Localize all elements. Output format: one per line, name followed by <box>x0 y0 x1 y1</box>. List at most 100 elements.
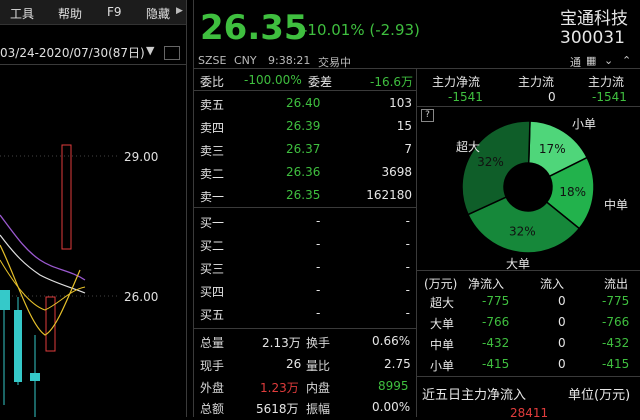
flow-pie-chart: 17% 18% 32% 32% <box>461 120 595 254</box>
buy-level-volume: - <box>405 260 410 274</box>
menu-tools[interactable]: 工具 <box>10 5 34 22</box>
stock-code: 300031 <box>560 28 625 48</box>
buy-stats-divider <box>194 328 416 329</box>
five-day-unit: 单位(万元) <box>568 388 631 403</box>
sell-level-label: 卖三 <box>200 144 225 158</box>
flow-row-in: 0 <box>558 336 566 350</box>
sell-level-volume: 3698 <box>381 165 412 179</box>
price-label-low: 26.00 <box>124 290 159 304</box>
stat-value: 26 <box>286 357 302 371</box>
buy-level-label: 买三 <box>200 262 225 276</box>
flow-row-net: -775 <box>482 294 510 308</box>
panel-divider-2 <box>193 0 194 417</box>
sell-buy-divider <box>194 207 416 208</box>
flow-row-out: -415 <box>602 357 630 371</box>
candle-down <box>0 290 10 310</box>
pie-label-xiaodan: 小单 <box>572 117 597 131</box>
ma-line-yellow-2 <box>0 259 86 311</box>
ma-line-purple <box>0 214 86 281</box>
flow-row-label: 超大 <box>430 296 455 310</box>
pie-label-zhongdan: 中单 <box>604 198 629 212</box>
buy-level-price: - <box>316 237 321 251</box>
weicha-value: -16.6万 <box>370 75 414 89</box>
stat-label: 现手 <box>200 359 225 373</box>
sell-level-volume: 15 <box>396 119 412 133</box>
buy-level-volume: - <box>405 283 410 297</box>
stat-value: 0.00% <box>372 400 411 414</box>
flow-divider <box>417 106 640 107</box>
sell-level-price: 26.35 <box>286 188 321 202</box>
pie-slice-label: 17% <box>539 142 566 156</box>
sell-level-price: 26.36 <box>286 165 321 179</box>
stat-value: 8995 <box>378 379 409 393</box>
flow-table-header: 流入 <box>540 277 565 291</box>
flow-value: 0 <box>548 90 556 104</box>
stat-label: 总额 <box>200 402 225 416</box>
five-day-value: 28411 <box>510 406 549 420</box>
buy-level-price: - <box>316 306 321 320</box>
candle-down <box>14 310 22 382</box>
flow-row-in: 0 <box>558 315 566 329</box>
buy-level-volume: - <box>405 214 410 228</box>
flow-table-header: 流出 <box>604 277 629 291</box>
stat-label: 量比 <box>306 359 331 373</box>
chevron-up-icon[interactable]: ⌃ <box>622 54 631 67</box>
stat-value: 2.75 <box>384 357 411 371</box>
buy-level-label: 买五 <box>200 308 225 322</box>
sell-level-volume: 103 <box>389 96 412 110</box>
buy-level-price: - <box>316 214 321 228</box>
menu-f9[interactable]: F9 <box>107 5 122 19</box>
sell-level-price: 26.39 <box>286 119 321 133</box>
flow-row-label: 大单 <box>430 317 455 331</box>
grid-icon[interactable]: ▦ <box>586 54 596 67</box>
menu-help[interactable]: 帮助 <box>58 5 82 22</box>
weibi-divider <box>194 90 416 91</box>
chart-settings-icon[interactable] <box>164 46 180 60</box>
chart-range: 03/24-2020/07/30(87日) <box>0 46 145 60</box>
pie-label-chaoda: 超大 <box>456 140 481 154</box>
currency: CNY <box>234 54 257 67</box>
candle-up <box>61 144 72 250</box>
flow-header: 主力净流 <box>432 75 481 89</box>
weibi-label: 委比 <box>200 75 225 89</box>
stat-label: 内盘 <box>306 381 331 395</box>
header-divider <box>194 68 640 69</box>
stat-value: 1.23万 <box>260 381 299 395</box>
menu-arrow-icon[interactable]: ▶ <box>176 6 183 16</box>
flow-table-header: 净流入 <box>468 277 505 291</box>
buy-level-price: - <box>316 260 321 274</box>
flow-row-label: 中单 <box>430 338 455 352</box>
kline-chart[interactable] <box>0 65 186 417</box>
pie-slice-label: 32% <box>477 155 504 169</box>
sell-level-label: 卖五 <box>200 98 225 112</box>
exchange: SZSE <box>198 54 227 67</box>
stat-value: 2.13万 <box>262 336 301 350</box>
buy-level-price: - <box>316 283 321 297</box>
flow-header: 主力流 <box>518 75 555 89</box>
sell-level-price: 26.40 <box>286 96 321 110</box>
flow-row-net: -415 <box>482 357 510 371</box>
menu-hide[interactable]: 隐藏 <box>146 5 170 22</box>
chevron-down-icon[interactable]: ▼ <box>146 44 154 57</box>
sell-level-volume: 7 <box>404 142 412 156</box>
stat-value: 5618万 <box>256 402 299 416</box>
pie-slice-label: 18% <box>559 185 586 199</box>
sell-level-label: 卖二 <box>200 167 225 181</box>
stat-label: 总量 <box>200 336 225 350</box>
sell-level-volume: 162180 <box>366 188 412 202</box>
price-label-high: 29.00 <box>124 150 159 164</box>
flow-row-out: -766 <box>602 315 630 329</box>
stat-label: 换手 <box>306 336 331 350</box>
ma-line-yellow <box>0 244 81 336</box>
stat-label: 振幅 <box>306 402 331 416</box>
quote-time: 9:38:21 <box>268 54 311 67</box>
buy-level-volume: - <box>405 306 410 320</box>
chevron-down-icon[interactable]: ⌄ <box>604 54 613 67</box>
last-price: 26.35 <box>200 8 308 48</box>
weicha-label: 委差 <box>308 75 333 89</box>
buy-level-volume: - <box>405 237 410 251</box>
stat-value: 0.66% <box>372 334 411 348</box>
flow-table-header: (万元) <box>424 277 458 291</box>
weibi-value: -100.00% <box>244 73 302 87</box>
flow-value: -1541 <box>448 90 483 104</box>
